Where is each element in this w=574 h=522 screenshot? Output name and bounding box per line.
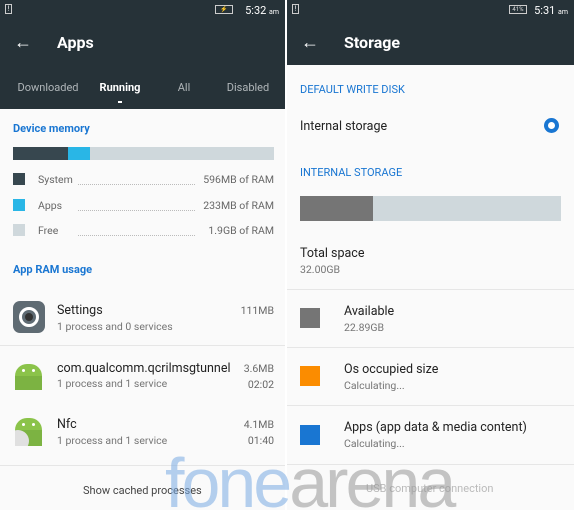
tab-bar: Downloaded Running All Disabled xyxy=(0,66,285,109)
leader-dots xyxy=(78,235,195,236)
leader-dots xyxy=(78,210,195,211)
tab-disabled[interactable]: Disabled xyxy=(227,81,269,94)
toolbar: ← Storage xyxy=(287,20,574,65)
legend-free-value: 1.9GB of RAM xyxy=(206,224,274,237)
toolbar: ← Apps xyxy=(0,20,285,66)
battery-icon: 41% xyxy=(509,5,527,14)
memory-bar xyxy=(13,147,274,160)
page-title: Apps xyxy=(57,33,94,52)
leader-dots xyxy=(78,184,195,185)
default-write-disk-heading: DEFAULT WRITE DISK xyxy=(300,83,405,96)
item-label: Available xyxy=(344,304,395,319)
apps-swatch xyxy=(300,425,320,445)
app-sub: 1 process and 1 service xyxy=(57,377,168,390)
storage-bar-used xyxy=(300,196,374,221)
tab-running[interactable]: Running xyxy=(100,81,141,94)
show-cached-processes-button[interactable]: Show cached processes xyxy=(83,484,202,497)
internal-storage-heading: INTERNAL STORAGE xyxy=(300,166,403,179)
app-row-settings[interactable]: Settings 1 process and 0 services 111MB xyxy=(0,290,285,345)
item-label: Apps (app data & media content) xyxy=(344,420,527,435)
memory-bar-system xyxy=(13,147,68,160)
app-sub: 1 process and 1 service xyxy=(57,434,168,447)
usb-computer-connection-item[interactable]: USB computer connection xyxy=(366,482,493,495)
radio-selected-icon[interactable] xyxy=(544,118,559,133)
legend-apps-label: Apps xyxy=(38,199,63,212)
app-row-qcrilmsgtunnel[interactable]: com.qualcomm.qcrilmsgtunnel 1 process an… xyxy=(0,346,285,404)
storage-screen: ! 41% 5:31 am ← Storage DEFAULT WRITE DI… xyxy=(287,0,574,510)
free-swatch xyxy=(13,224,25,236)
divider xyxy=(0,465,285,466)
os-swatch xyxy=(300,366,320,386)
available-swatch xyxy=(300,308,320,328)
app-ram-heading: App RAM usage xyxy=(13,263,93,276)
clock: 5:32 am xyxy=(245,4,279,17)
item-value: Calculating... xyxy=(344,379,405,392)
app-time: 01:40 xyxy=(247,434,274,447)
app-sub: 1 process and 0 services xyxy=(57,320,173,333)
page-title: Storage xyxy=(344,33,401,52)
storage-item-available[interactable]: Available 22.89GB xyxy=(287,290,574,347)
battery-charging-icon: ⚡ xyxy=(215,5,233,14)
item-value: Calculating... xyxy=(344,437,405,450)
app-name: Settings xyxy=(57,303,103,318)
device-memory-heading: Device memory xyxy=(13,122,90,135)
legend-system-value: 596MB of RAM xyxy=(201,173,274,186)
internal-storage-option[interactable]: Internal storage xyxy=(287,108,574,144)
memory-bar-apps xyxy=(67,147,90,160)
app-row-nfc[interactable]: Nfc 1 process and 1 service 4.1MB 01:40 xyxy=(0,404,285,462)
legend-apps-value: 233MB of RAM xyxy=(201,199,274,212)
android-nfc-icon xyxy=(15,418,42,446)
app-size: 111MB xyxy=(240,304,274,317)
app-time: 02:02 xyxy=(247,378,274,391)
total-space-label: Total space xyxy=(300,246,365,261)
total-space-value: 32.00GB xyxy=(300,263,341,276)
status-bar: ! ⚡ 5:32 am xyxy=(0,0,285,20)
item-value: 22.89GB xyxy=(344,321,385,334)
status-bar: ! 41% 5:31 am xyxy=(287,0,574,20)
notification-icon: ! xyxy=(292,4,299,14)
notification-icon: ! xyxy=(5,4,12,14)
internal-storage-label: Internal storage xyxy=(300,119,388,134)
tab-indicator xyxy=(118,101,122,103)
app-name: com.qualcomm.qcrilmsgtunnel xyxy=(57,361,231,376)
system-swatch xyxy=(13,173,25,185)
app-name: Nfc xyxy=(57,417,77,432)
app-size: 4.1MB xyxy=(243,418,274,431)
storage-bar xyxy=(300,196,561,221)
apps-swatch xyxy=(13,199,25,211)
back-arrow-icon[interactable]: ← xyxy=(14,32,32,53)
apps-screen: ! ⚡ 5:32 am ← Apps Downloaded Running Al… xyxy=(0,0,285,510)
storage-item-apps[interactable]: Apps (app data & media content) Calculat… xyxy=(287,406,574,463)
tab-downloaded[interactable]: Downloaded xyxy=(17,81,78,94)
item-label: Os occupied size xyxy=(344,362,439,377)
legend-system-label: System xyxy=(38,173,73,186)
settings-gear-icon xyxy=(13,301,45,333)
tab-all[interactable]: All xyxy=(178,81,191,94)
clock: 5:31 am xyxy=(534,4,568,17)
divider xyxy=(287,464,574,465)
back-arrow-icon[interactable]: ← xyxy=(301,32,319,53)
storage-item-os[interactable]: Os occupied size Calculating... xyxy=(287,348,574,405)
android-icon xyxy=(15,364,42,390)
app-size: 3.6MB xyxy=(243,362,274,375)
legend-free-label: Free xyxy=(38,224,59,237)
